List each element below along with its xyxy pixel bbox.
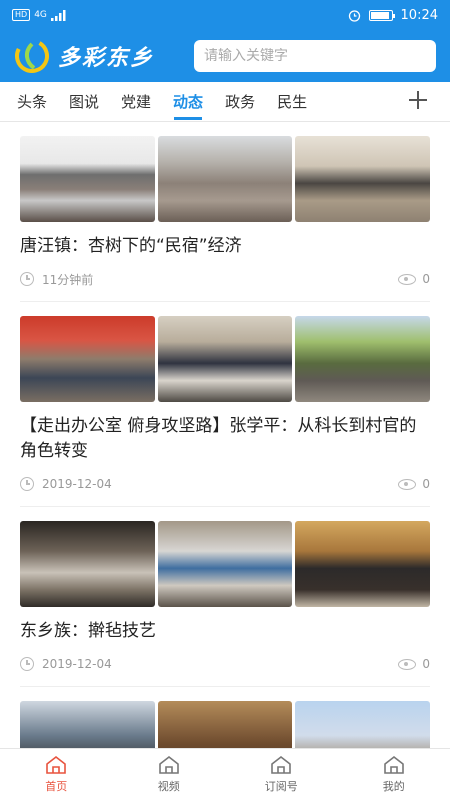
news-image — [20, 136, 155, 222]
battery-icon — [368, 9, 395, 21]
tab-headlines[interactable]: 头条 — [6, 82, 58, 122]
news-title: 东乡族：擀毡技艺 — [20, 621, 156, 641]
news-time: 11分钟前 — [42, 272, 94, 287]
app-title: 多彩东乡 — [58, 45, 155, 71]
nav-home[interactable]: 首页 — [0, 749, 113, 800]
news-title: 【走出办公室 俯身攻坚路】张学平：从科长到村官的角色转变 — [20, 416, 417, 461]
nav-profile[interactable]: 我的 — [338, 749, 450, 800]
category-tabs: 头条 图说 党建 动态 政务 民生 — [0, 82, 450, 122]
news-images — [20, 701, 431, 748]
clock-icon — [20, 657, 34, 671]
logo-icon — [15, 39, 49, 73]
news-image — [20, 701, 155, 748]
news-item[interactable]: 【走出办公室 俯身攻坚路】张学平：从科长到村官的角色转变 2019-12-04 … — [0, 302, 450, 507]
clock-icon — [20, 477, 34, 491]
news-image — [157, 316, 293, 402]
news-images — [20, 136, 431, 222]
tab-government[interactable]: 政务 — [214, 82, 266, 122]
bottom-nav: 首页 视频 订阅号 我的 — [0, 748, 450, 800]
news-meta: 2019-12-04 0 — [20, 644, 430, 684]
home-icon — [45, 755, 67, 775]
view-count: 0 — [398, 657, 430, 671]
nav-profile-label: 我的 — [382, 780, 405, 793]
nav-video-label: 视频 — [157, 780, 180, 793]
news-image — [295, 701, 431, 748]
news-image — [295, 136, 431, 222]
network-type: 4G — [34, 10, 47, 20]
news-meta: 2019-12-04 0 — [20, 464, 430, 504]
nav-subscribe[interactable]: 订阅号 — [225, 749, 338, 800]
nav-video[interactable]: 视频 — [113, 749, 226, 800]
subscribe-icon — [270, 755, 292, 775]
news-image — [295, 521, 431, 607]
news-image — [157, 521, 293, 607]
tab-livelihood[interactable]: 民生 — [266, 82, 318, 122]
video-icon — [158, 755, 180, 775]
tab-news[interactable]: 动态 — [162, 82, 214, 122]
eye-icon — [398, 658, 417, 670]
view-count-value: 0 — [422, 477, 430, 491]
news-image — [20, 316, 155, 402]
signal-icon — [50, 9, 66, 21]
news-item[interactable] — [0, 687, 450, 748]
header-bar: 多彩东乡 — [0, 30, 450, 82]
news-image — [20, 521, 155, 607]
view-count-value: 0 — [422, 657, 430, 671]
news-time: 2019-12-04 — [42, 657, 112, 671]
view-count: 0 — [398, 477, 430, 491]
view-count-value: 0 — [422, 272, 430, 286]
news-item[interactable]: 东乡族：擀毡技艺 2019-12-04 0 — [0, 507, 450, 687]
clock-icon — [20, 272, 34, 286]
news-images — [20, 316, 431, 402]
search-box[interactable] — [194, 40, 436, 72]
profile-icon — [383, 755, 405, 775]
news-meta: 11分钟前 0 — [20, 259, 430, 299]
eye-icon — [398, 478, 417, 490]
app-header: HD 4G 10:24 多彩东乡 — [0, 0, 450, 82]
clock-time: 10:24 — [400, 7, 438, 23]
add-tab-icon[interactable] — [408, 90, 428, 110]
tab-party-building[interactable]: 党建 — [110, 82, 162, 122]
news-images — [20, 521, 431, 607]
status-bar: HD 4G 10:24 — [0, 0, 450, 30]
hd-badge: HD — [12, 9, 31, 21]
search-input[interactable] — [204, 48, 426, 64]
news-image — [295, 316, 431, 402]
news-item[interactable]: 唐汪镇：杏树下的“民宿”经济 11分钟前 0 — [0, 122, 450, 302]
eye-icon — [398, 273, 417, 285]
nav-home-label: 首页 — [45, 780, 68, 793]
news-feed[interactable]: 唐汪镇：杏树下的“民宿”经济 11分钟前 0 【走出办公室 俯身攻坚路】张学平：… — [0, 122, 450, 748]
alarm-icon — [348, 9, 360, 22]
news-title: 唐汪镇：杏树下的“民宿”经济 — [20, 236, 242, 256]
news-image — [157, 701, 293, 748]
app-logo[interactable]: 多彩东乡 — [14, 38, 154, 74]
news-image — [157, 136, 293, 222]
news-time: 2019-12-04 — [42, 477, 112, 491]
tab-pictures[interactable]: 图说 — [58, 82, 110, 122]
nav-subscribe-label: 订阅号 — [264, 780, 298, 793]
view-count: 0 — [398, 272, 430, 286]
network-indicator: HD 4G — [12, 9, 67, 21]
